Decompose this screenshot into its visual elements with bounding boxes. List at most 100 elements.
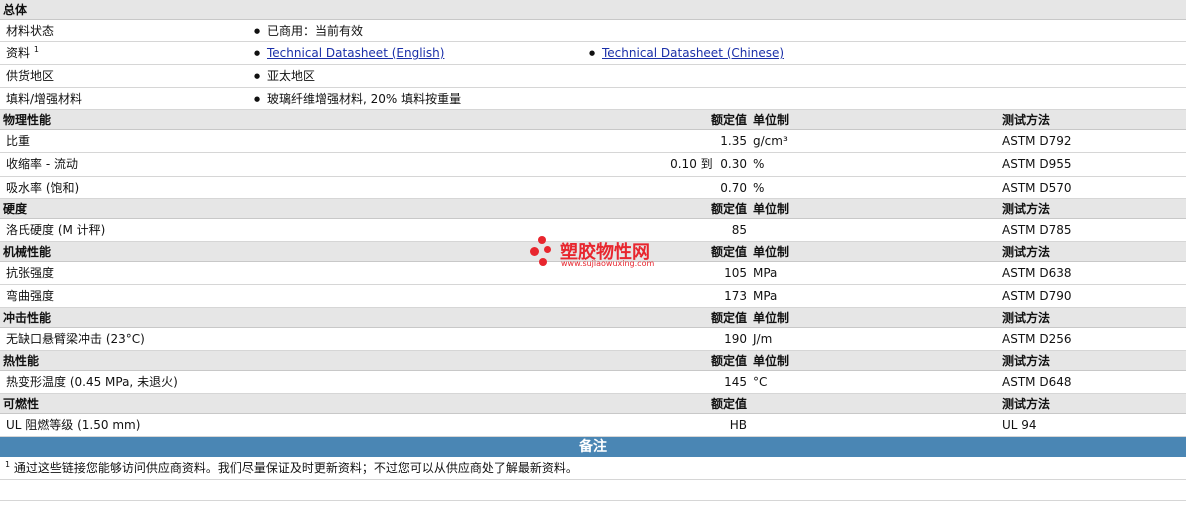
- row-label: UL 阻燃等级 (1.50 mm): [6, 418, 141, 432]
- section-title: 可燃性: [3, 397, 40, 411]
- row-value: 1.35: [720, 134, 747, 148]
- row-value: 已商用：当前有效: [254, 20, 363, 43]
- col-rated: 额定值: [710, 202, 747, 216]
- section-header-hardness: 硬度 额定值 单位制 测试方法: [0, 199, 1186, 219]
- table-row: 比重 1.35 g/cm³ ASTM D792: [0, 130, 1186, 153]
- row-test: ASTM D792: [1002, 134, 1072, 148]
- section-title: 总体: [3, 3, 28, 17]
- row-test: ASTM D638: [1002, 266, 1072, 280]
- row-label: 资料 1: [6, 42, 39, 65]
- row-test: UL 94: [1002, 418, 1037, 432]
- row-label: 弯曲强度: [6, 289, 55, 303]
- logo-dot-icon: [539, 258, 547, 266]
- datasheet-link-english[interactable]: Technical Datasheet (English): [267, 46, 444, 60]
- datasheet-link-english-item: Technical Datasheet (English): [254, 42, 444, 65]
- col-test: 测试方法: [1002, 354, 1051, 368]
- row-unit: %: [753, 157, 765, 171]
- col-rated: 额定值: [710, 245, 747, 259]
- col-unit: 单位制: [753, 113, 790, 127]
- row-supply-region: 供货地区 亚太地区: [0, 65, 1186, 88]
- col-unit: 单位制: [753, 202, 790, 216]
- table-row: 热变形温度 (0.45 MPa, 未退火) 145 °C ASTM D648: [0, 371, 1186, 394]
- table-row: 无缺口悬臂梁冲击 (23°C) 190 J/m ASTM D256: [0, 328, 1186, 351]
- row-value: 105: [724, 266, 747, 280]
- col-unit: 单位制: [753, 354, 790, 368]
- row-label: 无缺口悬臂梁冲击 (23°C): [6, 332, 145, 346]
- row-material-status: 材料状态 已商用：当前有效: [0, 20, 1186, 43]
- footnote-ref: 1: [33, 45, 39, 54]
- section-header-flammability: 可燃性 额定值 测试方法: [0, 394, 1186, 414]
- row-unit: °C: [753, 375, 768, 389]
- section-title: 机械性能: [3, 245, 52, 259]
- watermark-url: www.sujiaowuxing.com: [561, 259, 655, 268]
- footnote-text: 1 通过这些链接您能够访问供应商资料。我们尽量保证及时更新资料；不过您可以从供应…: [5, 457, 578, 480]
- col-test: 测试方法: [1002, 113, 1051, 127]
- footnote-row: 1 通过这些链接您能够访问供应商资料。我们尽量保证及时更新资料；不过您可以从供应…: [0, 457, 1186, 480]
- row-unit: J/m: [753, 332, 773, 346]
- col-rated: 额定值: [710, 311, 747, 325]
- section-header-overall: 总体: [0, 0, 1186, 20]
- row-label: 供货地区: [6, 69, 55, 83]
- row-value: 亚太地区: [254, 65, 315, 88]
- notes-header: 备注: [0, 437, 1186, 457]
- row-test: ASTM D785: [1002, 223, 1072, 237]
- logo-dot-icon: [544, 246, 551, 253]
- row-value: HB: [729, 418, 747, 432]
- footnote-mark: 1: [5, 460, 11, 469]
- table-row: UL 阻燃等级 (1.50 mm) HB UL 94: [0, 414, 1186, 437]
- row-label: 抗张强度: [6, 266, 55, 280]
- row-value: 190: [724, 332, 747, 346]
- row-unit: g/cm³: [753, 134, 788, 148]
- table-row: 吸水率 (饱和) 0.70 % ASTM D570: [0, 177, 1186, 199]
- watermark-logo: 塑胶物性网 www.sujiaowuxing.com: [528, 234, 668, 272]
- col-rated: 额定值: [710, 397, 747, 411]
- section-header-physical: 物理性能 额定值 单位制 测试方法: [0, 110, 1186, 130]
- row-value: 玻璃纤维增强材料, 20% 填料按重量: [254, 88, 461, 111]
- logo-dot-icon: [530, 247, 539, 256]
- row-filler: 填料/增强材料 玻璃纤维增强材料, 20% 填料按重量: [0, 88, 1186, 111]
- col-rated: 额定值: [710, 354, 747, 368]
- section-title: 冲击性能: [3, 311, 52, 325]
- col-test: 测试方法: [1002, 245, 1051, 259]
- section-header-impact: 冲击性能 额定值 单位制 测试方法: [0, 308, 1186, 328]
- col-unit: 单位制: [753, 245, 790, 259]
- col-test: 测试方法: [1002, 202, 1051, 216]
- row-label: 收缩率 - 流动: [6, 157, 78, 171]
- row-unit: MPa: [753, 266, 778, 280]
- notes-title: 备注: [579, 439, 607, 455]
- row-value: 0.70: [720, 181, 747, 195]
- col-unit: 单位制: [753, 311, 790, 325]
- row-value: 0.10 到 0.30: [670, 157, 747, 171]
- table-row: 弯曲强度 173 MPa ASTM D790: [0, 285, 1186, 308]
- row-value: 145: [724, 375, 747, 389]
- row-unit: MPa: [753, 289, 778, 303]
- table-row: 收缩率 - 流动 0.10 到 0.30 % ASTM D955: [0, 153, 1186, 177]
- row-label: 材料状态: [6, 24, 55, 38]
- row-test: ASTM D790: [1002, 289, 1072, 303]
- datasheet-link-chinese[interactable]: Technical Datasheet (Chinese): [602, 46, 784, 60]
- col-test: 测试方法: [1002, 397, 1051, 411]
- footnote-body: 通过这些链接您能够访问供应商资料。我们尽量保证及时更新资料；不过您可以从供应商处…: [13, 461, 578, 475]
- row-test: ASTM D256: [1002, 332, 1072, 346]
- section-title: 热性能: [3, 354, 40, 368]
- datasheet-link-chinese-item: Technical Datasheet (Chinese): [589, 42, 784, 65]
- row-label: 比重: [6, 134, 31, 148]
- logo-dot-icon: [538, 236, 546, 244]
- row-datasheets: 资料 1 Technical Datasheet (English) Techn…: [0, 42, 1186, 65]
- section-title: 硬度: [3, 202, 28, 216]
- col-test: 测试方法: [1002, 311, 1051, 325]
- section-title: 物理性能: [3, 113, 52, 127]
- label-text: 资料: [6, 46, 31, 60]
- row-unit: %: [753, 181, 765, 195]
- row-label: 填料/增强材料: [6, 92, 83, 106]
- row-value: 85: [731, 223, 747, 237]
- bottom-divider: [0, 500, 1186, 501]
- row-label: 洛氏硬度 (M 计秤): [6, 223, 106, 237]
- row-label: 热变形温度 (0.45 MPa, 未退火): [6, 375, 178, 389]
- row-test: ASTM D955: [1002, 157, 1072, 171]
- col-rated: 额定值: [710, 113, 747, 127]
- row-test: ASTM D570: [1002, 181, 1072, 195]
- section-header-thermal: 热性能 额定值 单位制 测试方法: [0, 351, 1186, 371]
- row-test: ASTM D648: [1002, 375, 1072, 389]
- row-value: 173: [724, 289, 747, 303]
